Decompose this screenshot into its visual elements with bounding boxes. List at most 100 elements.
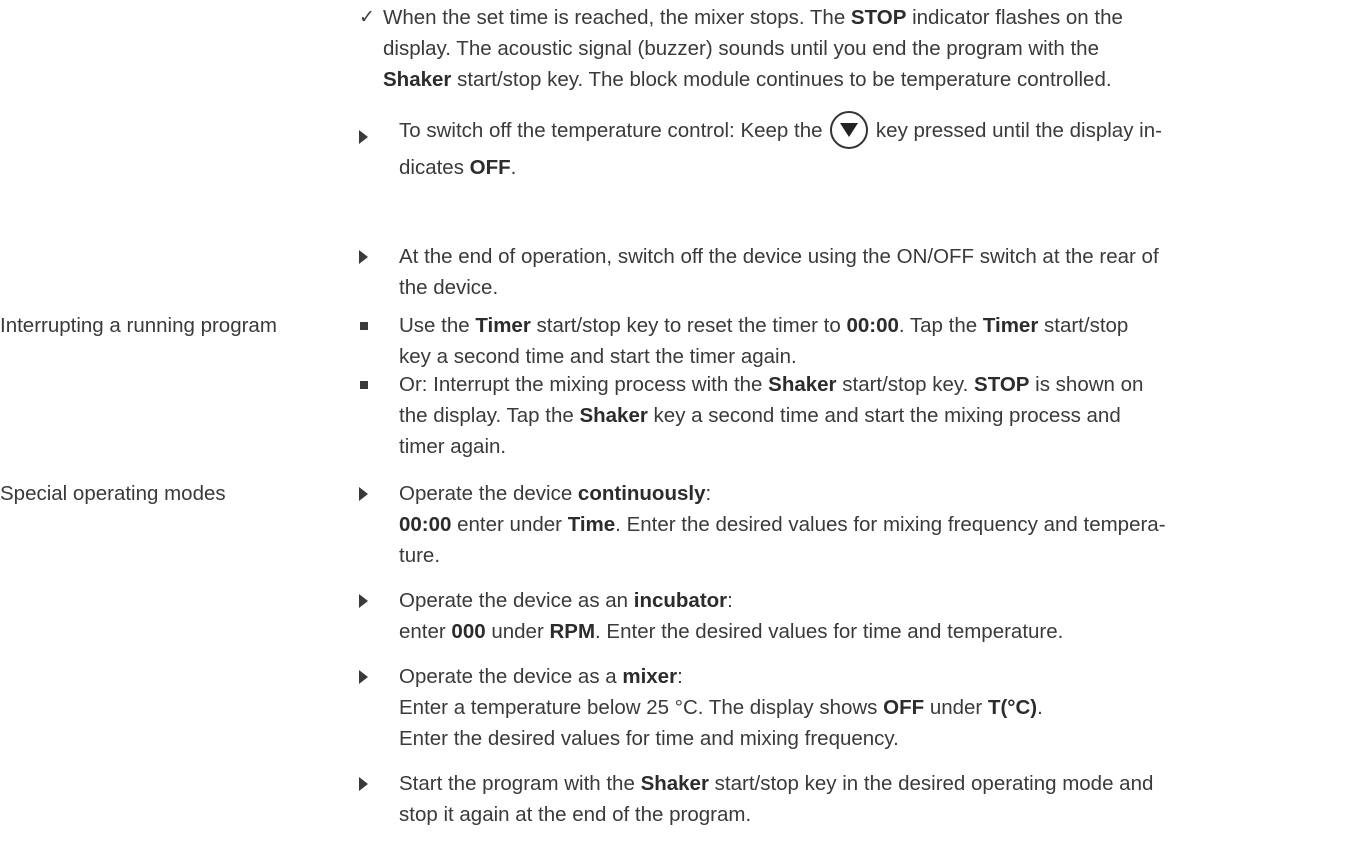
text-run: indicator flashes on the bbox=[906, 6, 1123, 29]
text-run: start/stop key. bbox=[836, 373, 975, 396]
interrupt-text: Use the Timer start/stop key to reset th… bbox=[399, 310, 1334, 372]
step-arrow-icon bbox=[359, 670, 368, 684]
text-line: 00:00 enter under Time. Enter the desire… bbox=[399, 509, 1334, 540]
text-run: display. The acoustic signal (buzzer) so… bbox=[383, 37, 1099, 60]
step-text: At the end of operation, switch off the … bbox=[399, 241, 1334, 303]
text-run: enter under bbox=[451, 513, 568, 536]
special-mode-text: Start the program with the Shaker start/… bbox=[399, 768, 1334, 830]
step-arrow-icon bbox=[359, 594, 368, 608]
side-label-special-modes: Special operating modes bbox=[0, 482, 226, 505]
text-run: ture. bbox=[399, 544, 441, 567]
text-run: enter bbox=[399, 620, 452, 643]
bold-term: STOP bbox=[850, 6, 907, 29]
text-run: . bbox=[1037, 696, 1043, 719]
text-line: Use the Timer start/stop key to reset th… bbox=[399, 310, 1334, 341]
text-run: timer again. bbox=[399, 435, 507, 458]
bold-term: Shaker bbox=[640, 772, 709, 795]
bold-term: continuously bbox=[577, 482, 706, 505]
step-text-part: To switch off the temperature control: K… bbox=[399, 119, 829, 142]
text-run: start/stop key to reset the timer to bbox=[530, 314, 847, 337]
bold-term: Shaker bbox=[383, 68, 452, 91]
step-text-part: . bbox=[510, 156, 517, 179]
text-line: Operate the device as an incubator: bbox=[399, 585, 1334, 616]
text-run: . Enter the desired values for time and … bbox=[595, 620, 1064, 643]
text-run: start/stop key. The block module continu… bbox=[451, 68, 1112, 91]
bold-term: Timer bbox=[982, 314, 1039, 337]
text-line: Operate the device continuously: bbox=[399, 478, 1334, 509]
text-line: At the end of operation, switch off the … bbox=[399, 241, 1334, 272]
square-bullet-icon bbox=[360, 381, 368, 389]
text-run: is shown on bbox=[1029, 373, 1144, 396]
interrupt-text: Or: Interrupt the mixing process with th… bbox=[399, 369, 1334, 462]
bold-term: 00:00 bbox=[846, 314, 899, 337]
text-run: : bbox=[677, 665, 683, 688]
text-run: Start the program with the bbox=[399, 772, 641, 795]
result-text: When the set time is reached, the mixer … bbox=[383, 2, 1334, 95]
text-run: When the set time is reached, the mixer … bbox=[383, 6, 851, 29]
text-line: display. The acoustic signal (buzzer) so… bbox=[383, 33, 1334, 64]
bold-term: STOP bbox=[974, 373, 1030, 396]
step-arrow-icon bbox=[359, 130, 368, 144]
bold-term: Shaker bbox=[579, 404, 648, 427]
checkmark-icon: ✓ bbox=[359, 7, 375, 28]
special-mode-text: Operate the device continuously: 00:00 en… bbox=[399, 478, 1334, 571]
text-run: stop it again at the end of the program. bbox=[399, 803, 752, 826]
text-run: under bbox=[485, 620, 550, 643]
text-line: timer again. bbox=[399, 431, 1334, 462]
text-run: : bbox=[727, 589, 733, 612]
bold-term: incubator bbox=[633, 589, 728, 612]
text-line: Operate the device as a mixer: bbox=[399, 661, 1334, 692]
special-mode-text: Operate the device as a mixer: Enter a te… bbox=[399, 661, 1334, 754]
text-run: Or: Interrupt the mixing process with th… bbox=[399, 373, 769, 396]
bold-term: mixer bbox=[622, 665, 678, 688]
text-run: Use the bbox=[399, 314, 476, 337]
text-line: Start the program with the Shaker start/… bbox=[399, 768, 1334, 799]
text-line: Enter the desired values for time and mi… bbox=[399, 723, 1334, 754]
text-line: Or: Interrupt the mixing process with th… bbox=[399, 369, 1334, 400]
step-arrow-icon bbox=[359, 487, 368, 501]
bold-term: T(°C) bbox=[987, 696, 1038, 719]
text-line: the device. bbox=[399, 272, 1334, 303]
bold-term: OFF bbox=[883, 696, 925, 719]
step-text-bold: OFF bbox=[469, 156, 511, 179]
step-text: To switch off the temperature control: K… bbox=[399, 110, 1334, 183]
text-run: . Enter the desired values for mixing fr… bbox=[615, 513, 1166, 536]
step-arrow-icon bbox=[359, 777, 368, 791]
text-run: Operate the device as an bbox=[399, 589, 634, 612]
text-run: the display. Tap the bbox=[399, 404, 580, 427]
bold-term: 000 bbox=[451, 620, 486, 643]
text-line: stop it again at the end of the program. bbox=[399, 799, 1334, 830]
text-line: ture. bbox=[399, 540, 1334, 571]
text-run: key a second time and start the mixing p… bbox=[647, 404, 1121, 427]
square-bullet-icon bbox=[360, 322, 368, 330]
text-line: Shaker start/stop key. The block module … bbox=[383, 64, 1334, 95]
step-text-part: key pressed until the display in- bbox=[870, 119, 1162, 142]
step-text-part: dicates bbox=[399, 156, 470, 179]
text-line: Enter a temperature below 25 °C. The dis… bbox=[399, 692, 1334, 723]
text-run: : bbox=[705, 482, 712, 505]
text-run: Operate the device as a bbox=[399, 665, 623, 688]
down-arrow-key-icon bbox=[830, 111, 869, 149]
text-run: under bbox=[924, 696, 988, 719]
text-run: Enter the desired values for time and mi… bbox=[399, 727, 899, 750]
text-run: start/stop key in the desired operating … bbox=[708, 772, 1154, 795]
text-run: the device. bbox=[399, 276, 499, 299]
bold-term: RPM bbox=[549, 620, 596, 643]
text-line: the display. Tap the Shaker key a second… bbox=[399, 400, 1334, 431]
text-line: key a second time and start the timer ag… bbox=[399, 341, 1334, 372]
bold-term: Shaker bbox=[768, 373, 837, 396]
step-arrow-icon bbox=[359, 250, 368, 264]
text-line: enter 000 under RPM. Enter the desired v… bbox=[399, 616, 1334, 647]
bold-term: 00:00 bbox=[399, 513, 452, 536]
bold-term: Timer bbox=[475, 314, 531, 337]
text-run: Operate the device bbox=[399, 482, 578, 505]
text-run: At the end of operation, switch off the … bbox=[399, 245, 1159, 268]
text-run: key a second time and start the timer ag… bbox=[399, 345, 797, 368]
special-mode-text: Operate the device as an incubator: enter… bbox=[399, 585, 1334, 647]
text-run: . Tap the bbox=[898, 314, 983, 337]
text-run: start/stop bbox=[1038, 314, 1129, 337]
bold-term: Time bbox=[567, 513, 616, 536]
text-run: Enter a temperature below 25 °C. The dis… bbox=[399, 696, 884, 719]
text-line: When the set time is reached, the mixer … bbox=[383, 2, 1334, 33]
side-label-interrupt: Interrupting a running program bbox=[0, 314, 277, 337]
